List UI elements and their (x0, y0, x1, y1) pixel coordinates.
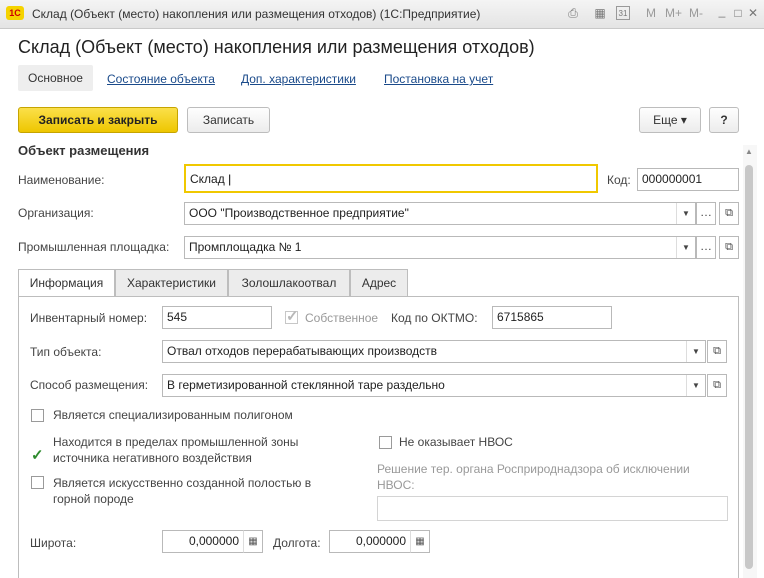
chevron-down-icon[interactable]: ▼ (676, 203, 695, 224)
open-site-icon[interactable]: ⧉ (719, 236, 739, 259)
decision-label: Решение тер. органа Росприроднадзора об … (377, 462, 690, 492)
calendar-icon[interactable]: 31 (616, 6, 630, 20)
maximize-icon[interactable]: □ (730, 5, 746, 21)
chevron-down-icon[interactable]: ▼ (686, 341, 705, 362)
tab-object-state[interactable]: Состояние объекта (107, 72, 215, 86)
site-select-button[interactable]: … (696, 236, 716, 259)
placement-method-input[interactable]: В герметизированной стеклянной таре разд… (162, 374, 706, 397)
save-and-close-button[interactable]: Записать и закрыть (18, 107, 178, 133)
longitude-input[interactable]: 0,000000 (329, 530, 411, 553)
object-type-input[interactable]: Отвал отходов перерабатывающих производс… (162, 340, 706, 363)
calculator-icon[interactable]: ▦ (592, 5, 608, 21)
open-object-type-icon[interactable]: ⧉ (707, 340, 727, 363)
tab-main[interactable]: Основное (18, 65, 93, 91)
calculator-icon[interactable]: ▦ (243, 530, 263, 553)
artificial-cavity-checkbox[interactable] (31, 476, 44, 489)
scroll-up-icon[interactable]: ▲ (745, 147, 753, 156)
code-input[interactable]: 000000001 (637, 168, 739, 191)
organization-select-button[interactable]: … (696, 202, 716, 225)
page-title: Склад (Объект (место) накопления или раз… (18, 37, 535, 57)
object-type-value: Отвал отходов перерабатывающих производс… (167, 344, 438, 358)
more-button[interactable]: Еще ▾ (639, 107, 701, 133)
organization-value: ООО "Производственное предприятие" (189, 206, 409, 220)
tab-extra-characteristics[interactable]: Доп. характеристики (241, 72, 356, 86)
tab-information[interactable]: Информация (18, 269, 115, 297)
specialized-polygon-checkbox[interactable] (31, 409, 44, 422)
chevron-down-icon[interactable]: ▼ (686, 375, 705, 396)
object-type-label: Тип объекта: (30, 345, 102, 359)
own-label: Собственное (305, 311, 379, 325)
section-title: Объект размещения (18, 143, 150, 158)
own-checkbox[interactable] (285, 307, 299, 325)
site-label: Промышленная площадка: (18, 240, 170, 254)
name-input[interactable]: Склад | (184, 164, 598, 193)
inventory-number-label: Инвентарный номер: (30, 311, 148, 325)
oktmo-input[interactable]: 6715865 (492, 306, 612, 329)
artificial-cavity-label: Является искусственно созданной полостью… (53, 476, 312, 506)
name-value: Склад (190, 172, 225, 186)
scrollbar-thumb[interactable] (745, 165, 753, 569)
open-organization-icon[interactable]: ⧉ (719, 202, 739, 225)
memory-plus-button[interactable]: M+ (665, 6, 682, 20)
latitude-label: Широта: (30, 536, 77, 550)
memory-m-button[interactable]: M (646, 6, 656, 20)
industrial-zone-label: Находится в пределах промышленной зоны и… (53, 435, 299, 465)
close-icon[interactable]: ✕ (745, 5, 761, 21)
name-label: Наименование: (18, 173, 105, 187)
window-title: Склад (Объект (место) накопления или раз… (32, 7, 481, 21)
tab-characteristics[interactable]: Характеристики (115, 269, 228, 296)
calculator-icon[interactable]: ▦ (410, 530, 430, 553)
longitude-label: Долгота: (273, 536, 321, 550)
placement-method-label: Способ размещения: (30, 378, 149, 392)
open-placement-method-icon[interactable]: ⧉ (707, 374, 727, 397)
inventory-number-input[interactable]: 545 (162, 306, 272, 329)
oktmo-label: Код по ОКТМО: (391, 311, 478, 325)
minimize-icon[interactable]: _ (714, 3, 730, 19)
placement-method-value: В герметизированной стеклянной таре разд… (167, 378, 445, 392)
decision-input[interactable] (377, 496, 728, 521)
print-icon[interactable]: ⎙ (565, 5, 581, 21)
organization-input[interactable]: ООО "Производственное предприятие" ▼ (184, 202, 696, 225)
code-label: Код: (607, 173, 631, 187)
no-nvos-label: Не оказывает НВОС (399, 435, 513, 449)
chevron-down-icon[interactable]: ▼ (676, 237, 695, 258)
site-input[interactable]: Промплощадка № 1 ▼ (184, 236, 696, 259)
site-value: Промплощадка № 1 (189, 240, 302, 254)
latitude-input[interactable]: 0,000000 (162, 530, 244, 553)
tab-ash-dump[interactable]: Золошлакоотвал (228, 269, 350, 296)
specialized-polygon-label: Является специализированным полигоном (53, 408, 293, 422)
industrial-zone-checkbox[interactable] (31, 446, 44, 464)
memory-minus-button[interactable]: M- (689, 6, 703, 20)
save-button[interactable]: Записать (187, 107, 270, 133)
help-button[interactable]: ? (709, 107, 739, 133)
no-nvos-checkbox[interactable] (379, 436, 392, 449)
app-logo-icon: 1С (6, 6, 24, 20)
tab-address[interactable]: Адрес (350, 269, 408, 296)
organization-label: Организация: (18, 206, 94, 220)
tab-registration[interactable]: Постановка на учет (384, 72, 493, 86)
